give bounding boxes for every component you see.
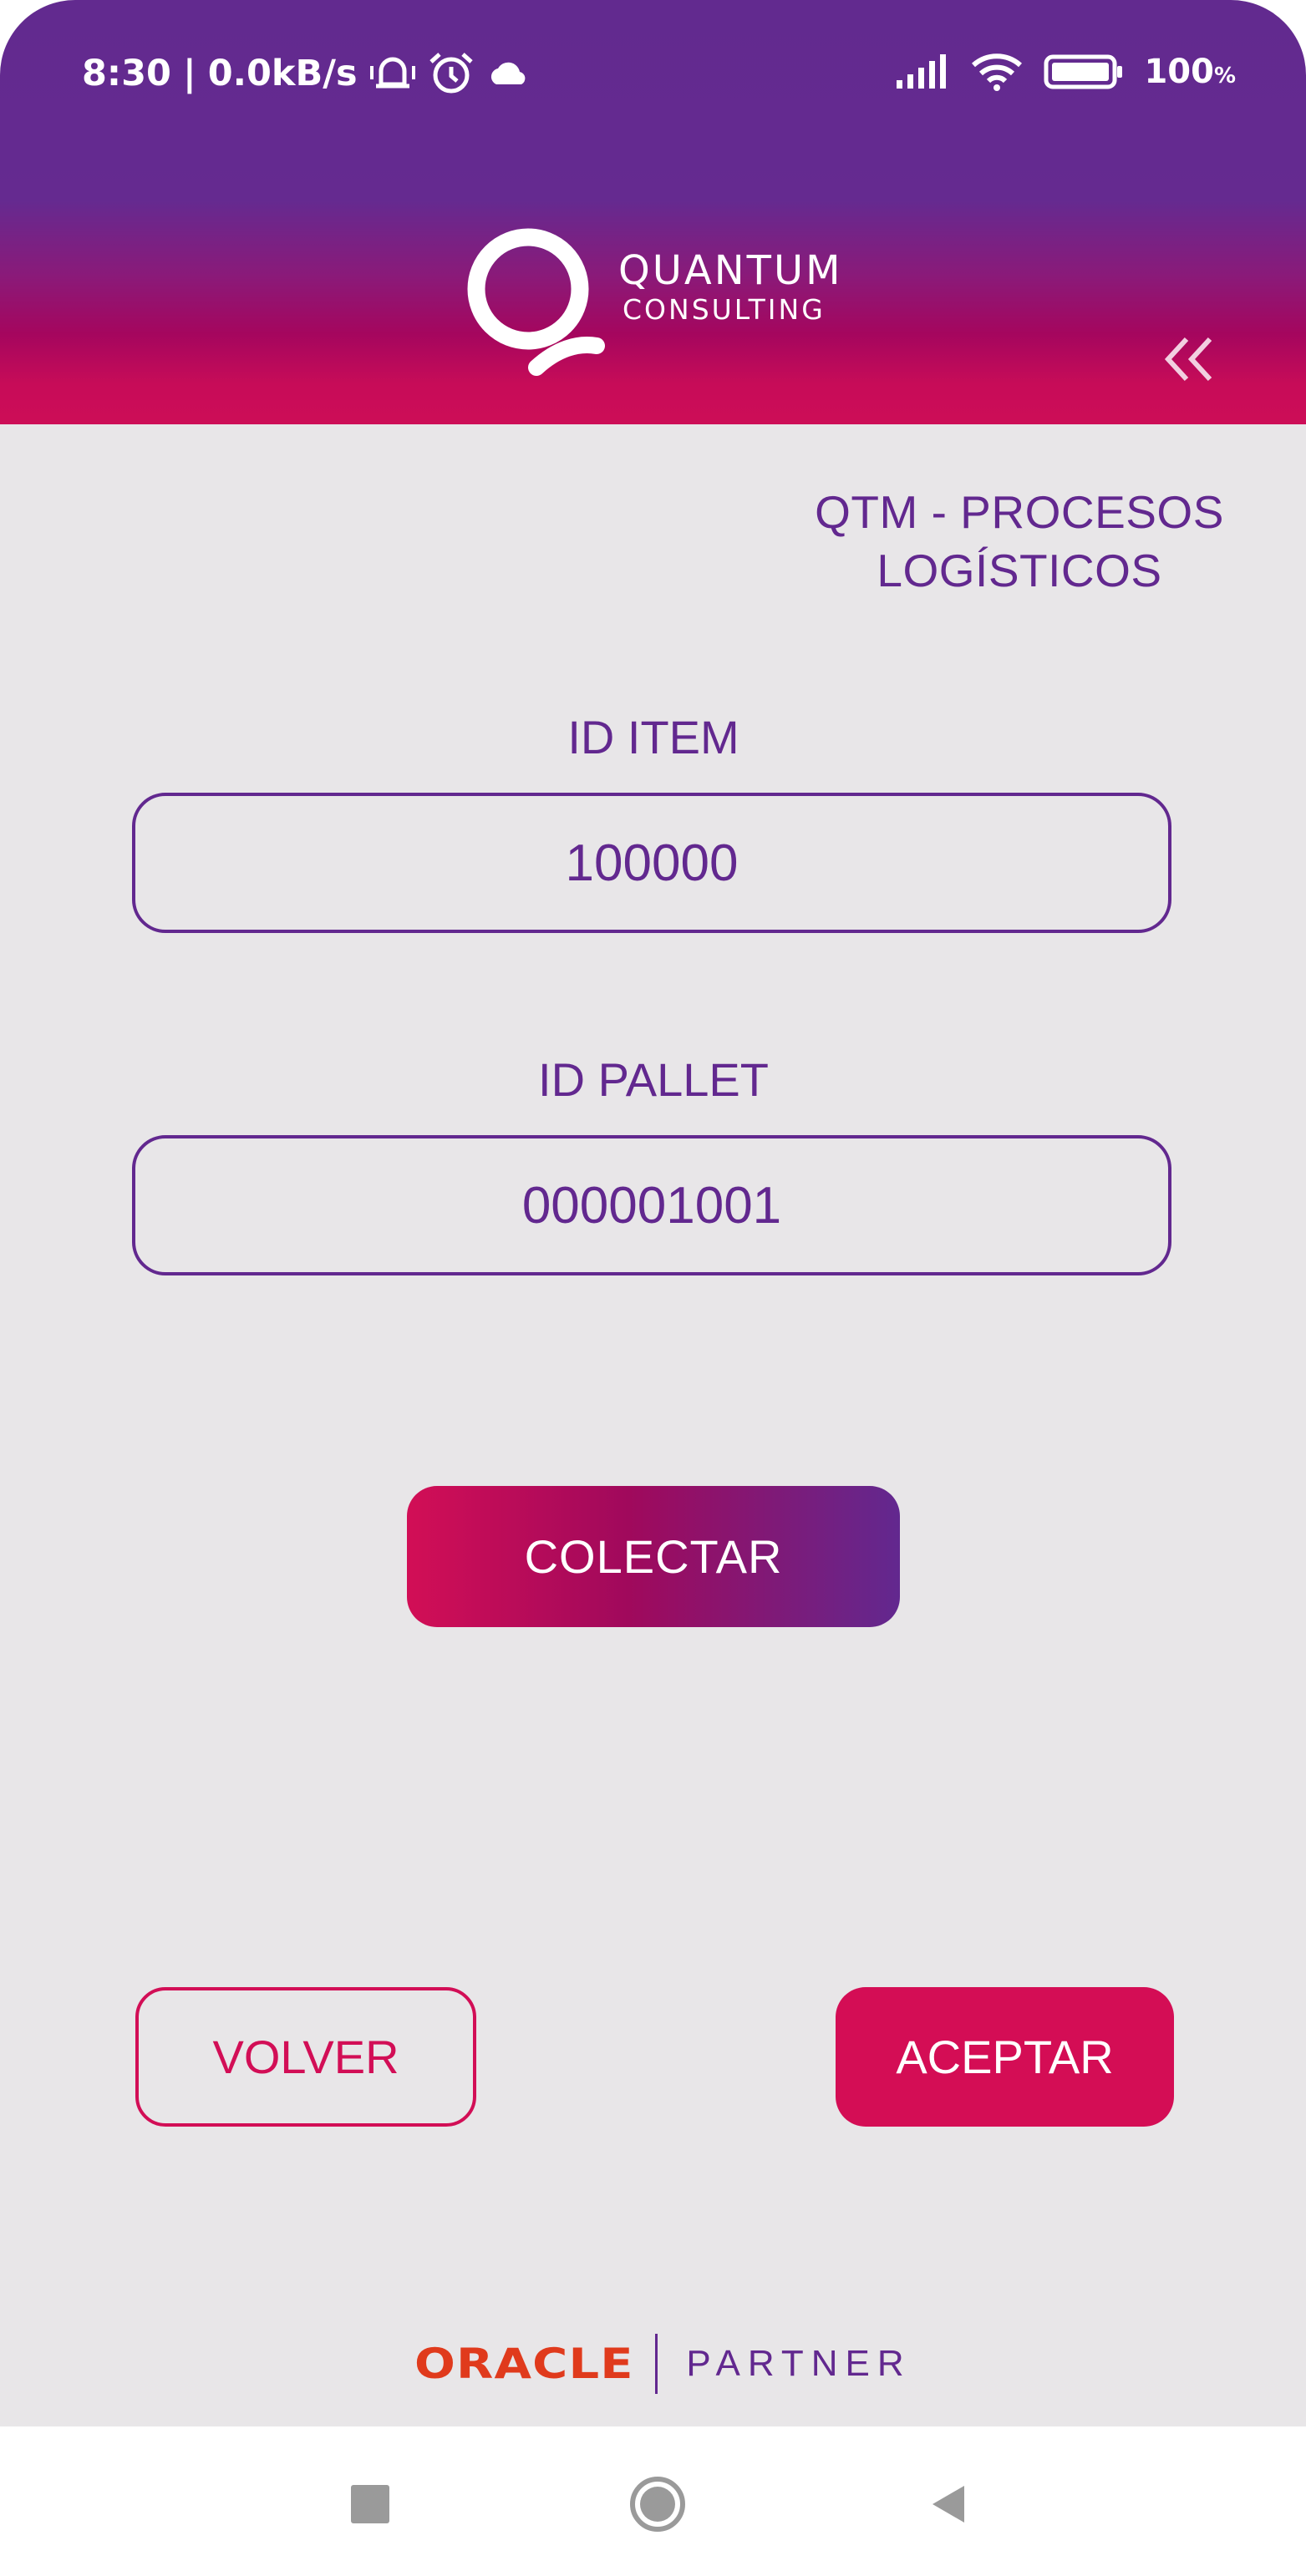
- signal-icon: [897, 54, 947, 89]
- item-id-label: ID ITEM: [567, 711, 739, 763]
- status-separator: |: [182, 53, 196, 94]
- notification-bell-icon: [369, 57, 415, 89]
- company-logo-text: QUANTUM CONSULTING: [618, 247, 843, 326]
- status-left: 8:30 | 0.0kB/s: [82, 52, 530, 95]
- app-screen: 8:30 | 0.0kB/s 100% QUANTUM CONSULTING Q…: [0, 0, 1306, 2426]
- status-speed: 0.0kB/s: [207, 53, 358, 94]
- battery-unit: %: [1213, 63, 1236, 89]
- logo-line-consulting: CONSULTING: [623, 293, 826, 326]
- pallet-id-field[interactable]: [132, 1135, 1171, 1275]
- back-triangle-icon[interactable]: [927, 2482, 969, 2526]
- pallet-id-input[interactable]: [135, 1174, 1168, 1236]
- page-title: QTM - PROCESOS LOGÍSTICOS: [785, 483, 1253, 600]
- battery-percentage: 100%: [1144, 53, 1236, 91]
- page-title-line1: QTM - PROCESOS: [815, 486, 1224, 538]
- recent-apps-icon[interactable]: [351, 2485, 389, 2523]
- oracle-brand: ORACLE: [414, 2340, 634, 2388]
- alarm-icon: [429, 53, 473, 94]
- home-icon[interactable]: [628, 2475, 687, 2533]
- double-chevron-left-icon[interactable]: [1161, 334, 1215, 384]
- battery-icon: [1044, 54, 1123, 89]
- partner-divider: [655, 2334, 658, 2394]
- app-header: 8:30 | 0.0kB/s 100% QUANTUM CONSULTING: [0, 0, 1306, 424]
- oracle-partner-logo: ORACLE PARTNER: [414, 2332, 912, 2396]
- status-bar: 8:30 | 0.0kB/s 100%: [0, 0, 1306, 159]
- battery-value: 100: [1144, 53, 1214, 91]
- partner-label: PARTNER: [686, 2343, 912, 2384]
- back-button[interactable]: VOLVER: [135, 1987, 476, 2127]
- pallet-id-label: ID PALLET: [538, 1053, 769, 1106]
- item-id-field[interactable]: [132, 793, 1171, 933]
- logo-line-quantum: QUANTUM: [618, 247, 843, 294]
- accept-button[interactable]: ACEPTAR: [836, 1987, 1174, 2127]
- wifi-icon: [972, 53, 1023, 91]
- page-title-line2: LOGÍSTICOS: [877, 545, 1162, 596]
- item-id-input[interactable]: [135, 832, 1168, 894]
- collect-button[interactable]: COLECTAR: [407, 1486, 900, 1627]
- cloud-icon: [490, 62, 525, 84]
- status-time: 8:30: [82, 53, 171, 94]
- status-right: 100%: [895, 52, 1236, 92]
